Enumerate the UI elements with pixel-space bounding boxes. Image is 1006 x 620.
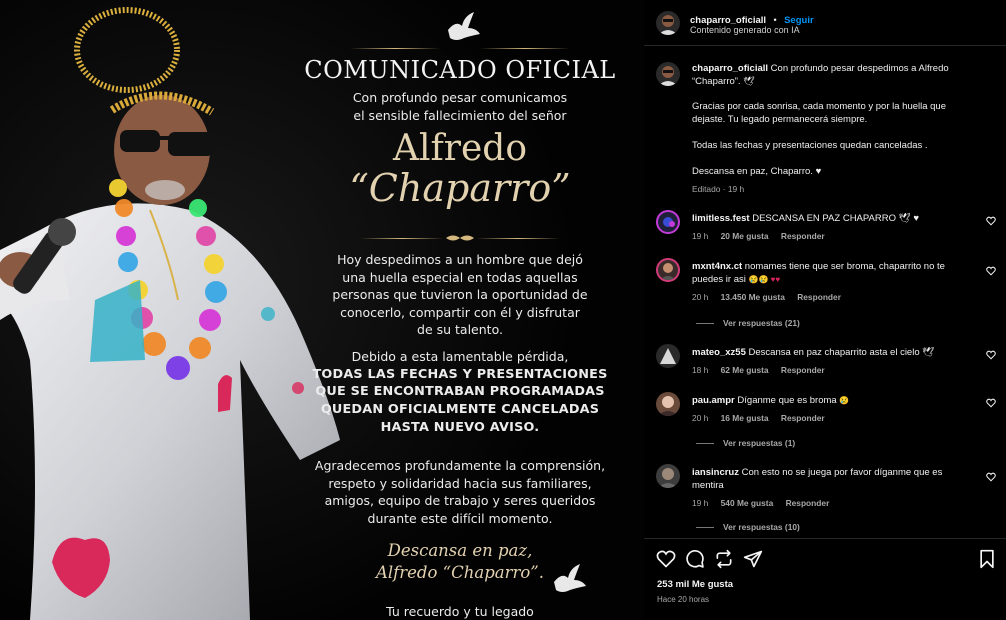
avatar[interactable] xyxy=(656,464,680,488)
poster-para2-bold: QUE SE ENCONTRABAN PROGRAMADAS xyxy=(315,384,605,400)
ai-content-label[interactable]: Contenido generado con IA xyxy=(690,25,800,35)
poster-para2-lead: Debido a esta lamentable pérdida, xyxy=(351,349,569,364)
comment-text: Descansa en paz chaparrito asta el cielo xyxy=(748,347,920,358)
comment-text: DESCANSA EN PAZ CHAPARRO xyxy=(752,213,896,224)
view-replies-button[interactable]: Ver respuestas (1) xyxy=(696,438,795,448)
post-time: Hace 20 horas xyxy=(657,595,710,604)
reply-button[interactable]: Responder xyxy=(781,365,825,375)
bookmark-icon[interactable] xyxy=(977,549,997,569)
poster-para2-bold: QUEDAN OFICIALMENTE CANCELADAS xyxy=(320,402,600,418)
white-heart-icon: ♥ xyxy=(913,213,919,224)
comment: limitless.fest DESCANSA EN PAZ CHAPARRO … xyxy=(644,210,1006,246)
avatar[interactable] xyxy=(656,344,680,368)
reply-button[interactable]: Responder xyxy=(797,292,841,302)
post-side-panel: chaparro_oficiall • Seguir Contenido gen… xyxy=(644,0,1006,620)
comment-text: puedes ir asi xyxy=(692,274,746,285)
white-heart-icon: ♥ xyxy=(815,166,822,177)
poster-para3-line: Agradecemos profundamente la comprensión… xyxy=(314,458,606,473)
dove-icon: 🕊 xyxy=(898,213,911,224)
caption-text: Todas las fechas y presentaciones quedan… xyxy=(692,140,928,151)
poster-footer: Tu recuerdo y tu legado xyxy=(386,604,534,619)
avatar[interactable] xyxy=(656,62,680,86)
comment-text: Con esto no se juega por favor díganme q… xyxy=(741,467,943,478)
poster-farewell-line: Alfredo “Chaparro”. xyxy=(375,563,544,582)
comment-time: 20 h xyxy=(692,413,709,423)
comment-username[interactable]: pau.ampr xyxy=(692,395,735,406)
heart-icon[interactable] xyxy=(986,266,996,276)
dove-icon: 🕊 xyxy=(743,76,755,86)
comment-likes[interactable]: 16 Me gusta xyxy=(721,413,769,423)
post-image[interactable]: COMUNICADO OFICIAL Con profundo pesar co… xyxy=(0,0,644,620)
heart-icon[interactable] xyxy=(986,216,996,226)
heart-icon[interactable] xyxy=(656,549,676,569)
heart-icon[interactable] xyxy=(986,472,996,482)
comment-icon[interactable] xyxy=(685,549,705,569)
comment-text: Díganme que es broma xyxy=(737,395,837,406)
poster-para2-bold: HASTA NUEVO AVISO. xyxy=(380,419,540,435)
comment-time: 19 h xyxy=(692,498,709,508)
comment-likes[interactable]: 13.450 Me gusta xyxy=(721,292,785,302)
emoji: 😢😢 ♥♥ xyxy=(748,275,781,284)
comment-time: 19 h xyxy=(692,231,709,241)
caption-username[interactable]: chaparro_oficiall xyxy=(692,63,768,74)
heart-icon[interactable] xyxy=(986,398,996,408)
poster-para1-line: personas que tuvieron la oportunidad de xyxy=(332,287,588,302)
dove-icon: 🕊 xyxy=(922,347,935,358)
poster-para1-line: Hoy despedimos a un hombre que dejó xyxy=(337,252,583,267)
announcement-poster: COMUNICADO OFICIAL Con profundo pesar co… xyxy=(300,0,620,620)
comment-likes[interactable]: 62 Me gusta xyxy=(721,365,769,375)
like-count[interactable]: 253 mil Me gusta xyxy=(657,579,733,590)
comment-time: 18 h xyxy=(692,365,709,375)
comment-username[interactable]: mateo_xz55 xyxy=(692,347,746,358)
poster-name-nick: “Chaparro” xyxy=(349,166,571,210)
action-bar: 253 mil Me gusta Hace 20 horas xyxy=(644,538,1006,620)
poster-para1-line: conocerlo, compartir con él y disfrutar xyxy=(340,304,580,320)
comment: mxnt4nx.ct nomames tiene que ser broma, … xyxy=(644,258,1006,330)
caption-text: dejaste. Tu legado permanecerá siempre. xyxy=(692,114,868,125)
avatar[interactable] xyxy=(656,258,680,282)
poster-para3-line: respeto y solidaridad hacia sus familiar… xyxy=(328,475,592,491)
poster-para1-line: de su talento. xyxy=(417,322,503,337)
caption-text: “Chaparro”. xyxy=(692,76,741,87)
comment-username[interactable]: iansincruz xyxy=(692,467,739,478)
comment-text: nomames tiene que ser broma, chaparrito … xyxy=(744,261,945,272)
avatar[interactable] xyxy=(656,392,680,416)
header-dot: • xyxy=(773,15,777,25)
poster-para3-line: durante este difícil momento. xyxy=(367,510,553,526)
emoji: 😢 xyxy=(839,396,850,405)
repost-icon[interactable] xyxy=(714,549,734,569)
avatar[interactable] xyxy=(656,11,680,35)
caption-text: Con profundo pesar despedimos a Alfredo xyxy=(770,63,949,74)
poster-para2-bold: TODAS LAS FECHAS Y PRESENTACIONES xyxy=(312,366,608,382)
comment-username[interactable]: limitless.fest xyxy=(692,213,750,224)
comment-text: mentira xyxy=(692,480,724,491)
poster-farewell-line: Descansa en paz, xyxy=(387,541,533,560)
comment: pau.ampr Díganme que es broma 😢 20 h 16 … xyxy=(644,392,1006,450)
reply-button[interactable]: Responder xyxy=(786,498,830,508)
view-replies-button[interactable]: Ver respuestas (10) xyxy=(696,522,800,532)
caption-text: Descansa en paz, Chaparro. xyxy=(692,166,813,177)
comment: iansincruz Con esto no se juega por favo… xyxy=(644,464,1006,536)
poster-intro-line: Con profundo pesar comunicamos xyxy=(352,90,568,105)
comment-likes[interactable]: 540 Me gusta xyxy=(721,498,774,508)
post-header: chaparro_oficiall • Seguir Contenido gen… xyxy=(644,0,1006,46)
poster-name-first: Alfredo xyxy=(392,128,528,169)
poster-para3-line: amigos, equipo de trabajo y seres querid… xyxy=(324,493,596,508)
caption-text: Gracias por cada sonrisa, cada momento y… xyxy=(692,101,946,112)
reply-button[interactable]: Responder xyxy=(781,231,825,241)
comment-likes[interactable]: 20 Me gusta xyxy=(721,231,769,241)
reply-button[interactable]: Responder xyxy=(781,413,825,423)
heart-icon[interactable] xyxy=(986,350,996,360)
comment-time: 20 h xyxy=(692,292,709,302)
comment: mateo_xz55 Descansa en paz chaparrito as… xyxy=(644,344,1006,380)
poster-para1-line: una huella especial en todas aquellas xyxy=(342,269,578,285)
view-replies-button[interactable]: Ver respuestas (21) xyxy=(696,318,800,328)
share-icon[interactable] xyxy=(743,549,763,569)
poster-title: COMUNICADO OFICIAL xyxy=(304,56,616,84)
caption-meta: Editado · 19 h xyxy=(692,184,745,194)
poster-intro-line: el sensible fallecimiento del señor xyxy=(353,107,567,123)
avatar[interactable] xyxy=(656,210,680,234)
comment-username[interactable]: mxnt4nx.ct xyxy=(692,261,742,272)
